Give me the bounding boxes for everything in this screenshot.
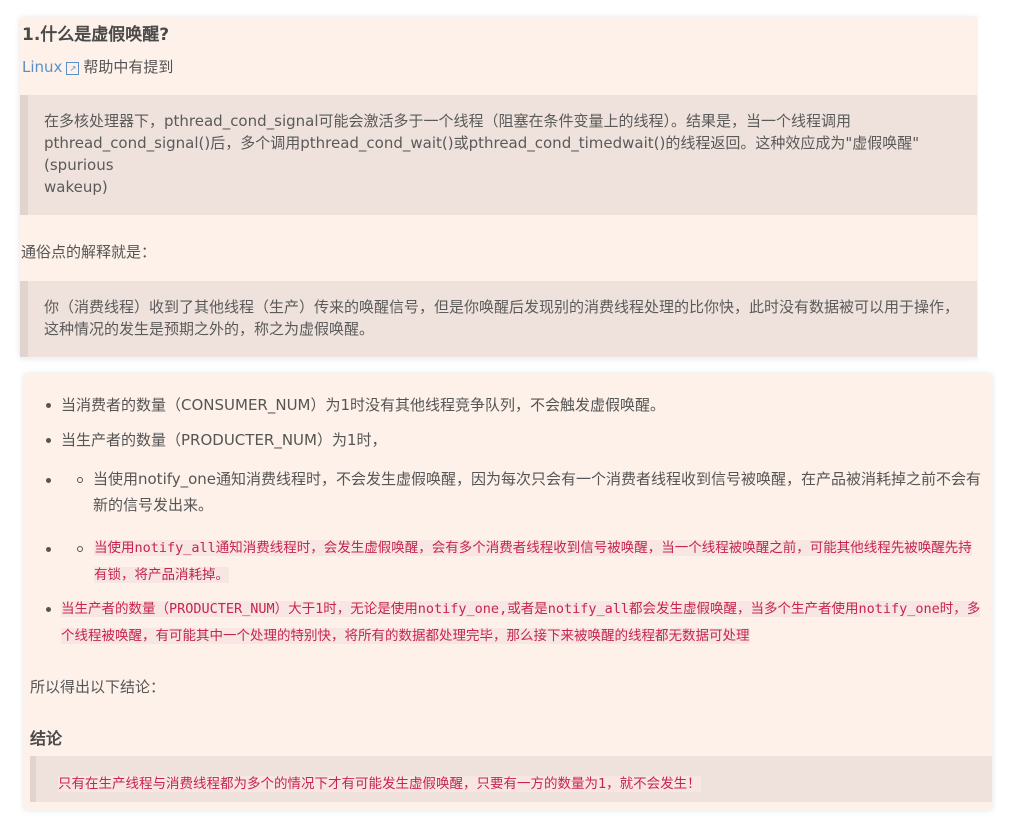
list-item-code-text: 当生产者的数量（PRODUCTER_NUM）大于1时，无论是使用notify_o…	[61, 595, 981, 649]
bullet-circle-icon	[77, 477, 83, 483]
plain-explanation-label: 通俗点的解释就是：	[21, 243, 157, 261]
bullet-circle-icon	[77, 546, 83, 552]
list-item-text: 当生产者的数量（PRODUCTER_NUM）为1时，	[61, 431, 387, 449]
conclusion-heading: 结论	[30, 729, 63, 748]
blockquote-explanation: 你（消费线程）收到了其他线程（生产）传来的唤醒信号，但是你唤醒后发现别的消费线程…	[20, 281, 977, 357]
linux-link[interactable]: Linux	[22, 58, 62, 76]
inline-code: 当生产者的数量（PRODUCTER_NUM）大于1时，无论是使用notify_o…	[61, 601, 981, 644]
bullet-dot-icon	[46, 438, 51, 443]
list-item-text: 当使用notify_one通知消费线程时，不会发生虚假唤醒，因为每次只会有一个消…	[93, 470, 982, 514]
bullet-dot-icon	[46, 478, 51, 483]
bullet-dot-icon	[46, 607, 51, 612]
conclusion-code-text: 只有在生产线程与消费线程都为多个的情况下才有可能发生虚假唤醒，只要有一方的数量为…	[58, 776, 701, 792]
article-card-bottom: 当消费者的数量（CONSUMER_NUM）为1时没有其他线程竞争队列，不会触发虚…	[24, 374, 992, 810]
blockquote-definition: 在多核处理器下，pthread_cond_signal可能会激活多于一个线程（阻…	[20, 95, 977, 215]
list-item-text: 当消费者的数量（CONSUMER_NUM）为1时没有其他线程竞争队列，不会触发虚…	[61, 396, 666, 414]
bullet-dot-icon	[46, 547, 51, 552]
blockquote-definition-text: 在多核处理器下，pthread_cond_signal可能会激活多于一个线程（阻…	[44, 112, 920, 196]
blockquote-conclusion: 只有在生产线程与消费线程都为多个的情况下才有可能发生虚假唤醒，只要有一方的数量为…	[30, 756, 992, 802]
reference-suffix: 帮助中有提到	[83, 58, 174, 76]
inline-code: 当使用notify_all通知消费线程时，会发生虚假唤醒，会有多个消费者线程收到…	[94, 540, 972, 583]
list-item-code-text: 当使用notify_all通知消费线程时，会发生虚假唤醒，会有多个消费者线程收到…	[94, 534, 982, 588]
article-card-top: 1.什么是虚假唤醒? Linux ↗ 帮助中有提到 在多核处理器下，pthread_…	[20, 18, 994, 358]
reference-line: Linux ↗ 帮助中有提到	[22, 56, 173, 77]
section-title: 1.什么是虚假唤醒?	[22, 25, 170, 45]
external-link-icon: ↗	[66, 62, 80, 75]
bullet-dot-icon	[46, 403, 51, 408]
blockquote-explanation-text: 你（消费线程）收到了其他线程（生产）传来的唤醒信号，但是你唤醒后发现别的消费线程…	[44, 298, 960, 338]
conclusion-intro: 所以得出以下结论：	[30, 678, 166, 696]
